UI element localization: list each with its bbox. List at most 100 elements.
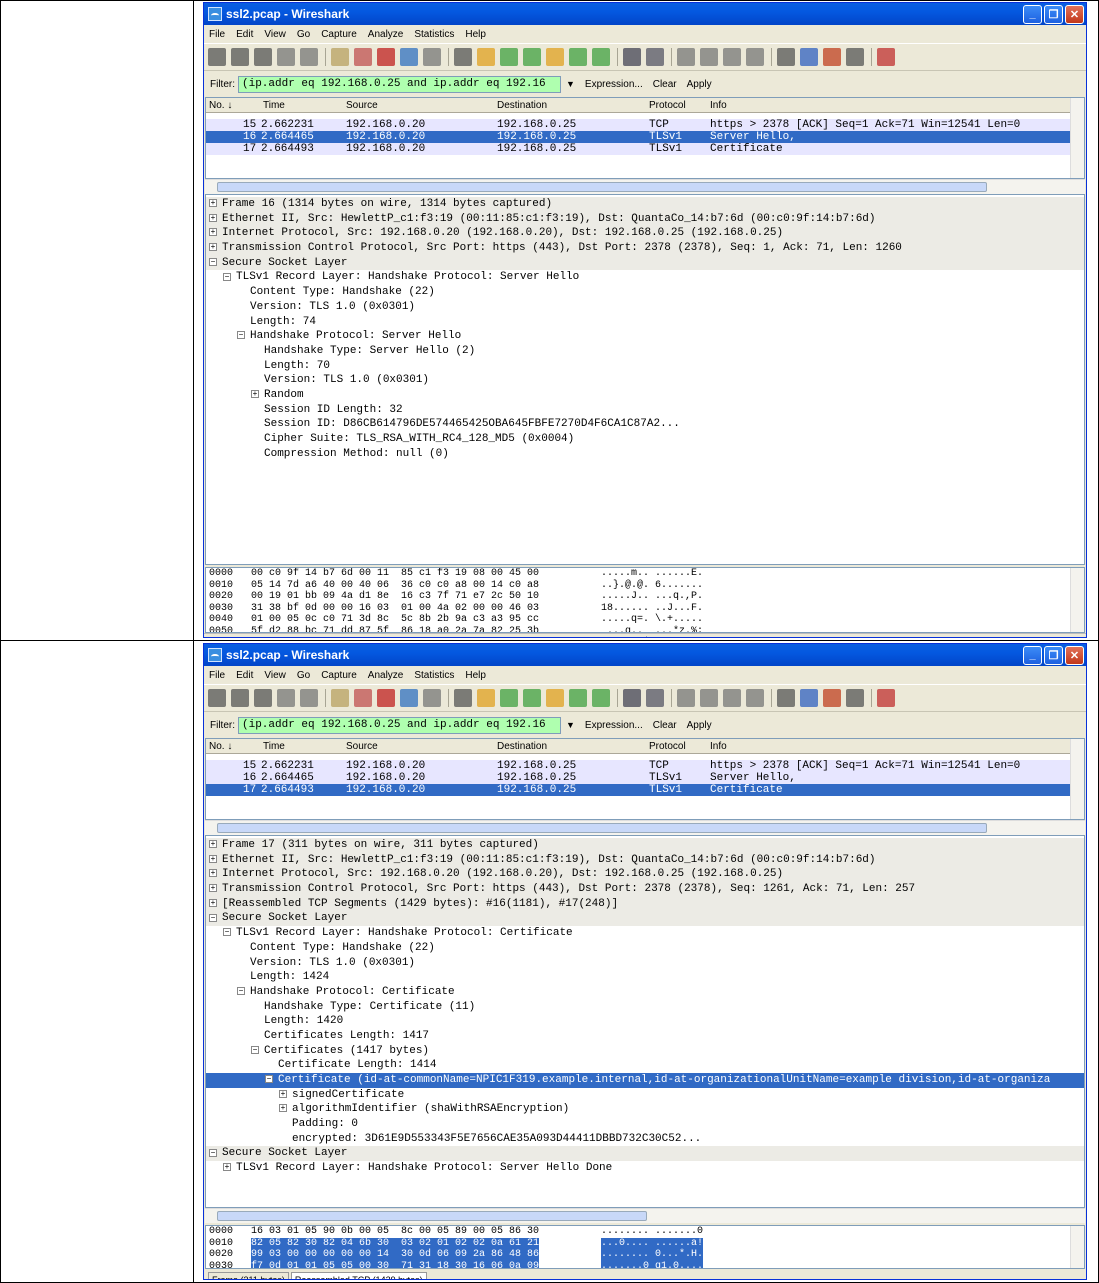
detail-tree-item[interactable]: + Frame 16 (1314 bytes on wire, 1314 byte… [206,197,1084,212]
toolbar-button-icon[interactable] [846,48,864,66]
menu-statistics[interactable]: Statistics [414,670,454,681]
hex-bytes[interactable]: 05 14 7d a6 40 00 40 06 36 c0 c0 a8 00 1… [251,580,539,592]
horizontal-scrollbar[interactable] [205,179,1085,194]
detail-tree-item[interactable]: Padding: 0 [206,1117,1084,1132]
toolbar-button-icon[interactable] [454,689,472,707]
detail-tree-item[interactable]: Version: TLS 1.0 (0x0301) [206,373,1084,388]
menu-view[interactable]: View [264,670,286,681]
vertical-scrollbar[interactable] [1070,98,1084,178]
menu-analyze[interactable]: Analyze [368,670,404,681]
horizontal-scrollbar[interactable] [205,820,1085,835]
vertical-scrollbar[interactable] [1070,1226,1084,1268]
toolbar-button-icon[interactable] [877,689,895,707]
filter-dropdown-icon[interactable]: ▼ [566,79,575,89]
column-header[interactable]: Time [263,741,285,752]
toolbar-button-icon[interactable] [700,689,718,707]
toolbar-button-icon[interactable] [377,689,395,707]
clear-button[interactable]: Clear [653,79,677,90]
table-row[interactable]: 16 2.664465 192.168.0.20 192.168.0.25 TLSv1 S… [206,131,1084,143]
vertical-scrollbar[interactable] [1070,568,1084,632]
detail-tree-item[interactable]: + Transmission Control Protocol, Src Port… [206,882,1084,897]
collapse-icon[interactable]: − [209,913,217,922]
expand-icon[interactable]: + [279,1104,287,1113]
table-row[interactable]: 15 2.662231 192.168.0.20 192.168.0.25 TCP htt… [206,119,1084,131]
detail-tree-item[interactable]: Session ID: D86CB614796DE574465425OBA645… [206,417,1084,432]
toolbar-button-icon[interactable] [823,48,841,66]
toolbar-button-icon[interactable] [723,48,741,66]
close-button[interactable]: ✕ [1065,645,1084,665]
column-header[interactable]: Destination [497,100,547,111]
detail-tree-item[interactable]: Session ID Length: 32 [206,403,1084,418]
expand-icon[interactable]: + [251,390,259,399]
toolbar-button-icon[interactable] [546,689,564,707]
menu-go[interactable]: Go [297,29,310,40]
expand-icon[interactable]: + [209,213,217,222]
toolbar-button-icon[interactable] [477,689,495,707]
toolbar-button-icon[interactable] [623,689,641,707]
tab-byte-view[interactable]: Reassembled TCP (1429 bytes) [290,1272,427,1279]
detail-tree-item[interactable]: − Secure Socket Layer [206,255,1084,271]
detail-tree-item[interactable]: Length: 1424 [206,970,1084,985]
toolbar-button-icon[interactable] [592,689,610,707]
detail-tree-item[interactable]: + signedCertificate [206,1088,1084,1103]
toolbar-button-icon[interactable] [208,48,226,66]
menu-edit[interactable]: Edit [236,670,253,681]
toolbar-button-icon[interactable] [677,48,695,66]
toolbar-button-icon[interactable] [277,689,295,707]
detail-tree-item[interactable]: Content Type: Handshake (22) [206,941,1084,956]
expand-icon[interactable]: + [279,1089,287,1098]
toolbar-button-icon[interactable] [800,48,818,66]
detail-tree-item[interactable]: + Ethernet II, Src: HewlettP_c1:f3:19 (00… [206,211,1084,227]
toolbar-button-icon[interactable] [677,689,695,707]
detail-tree-item[interactable]: encrypted: 3D61E9D553343F5E7656CAE35A093… [206,1132,1084,1147]
table-row[interactable]: 16 2.664465 192.168.0.20 192.168.0.25 TLSv1 S… [206,772,1084,784]
detail-tree-item[interactable]: − Secure Socket Layer [206,911,1084,927]
detail-tree-item[interactable]: + algorithmIdentifier (shaWithRSAEncrypti… [206,1102,1084,1117]
restore-button[interactable]: ❐ [1044,645,1063,665]
menu-edit[interactable]: Edit [236,29,253,40]
detail-tree-item[interactable]: Cipher Suite: TLS_RSA_WITH_RC4_128_MD5 (… [206,432,1084,447]
detail-tree-item[interactable]: Version: TLS 1.0 (0x0301) [206,956,1084,971]
column-header[interactable]: Time [263,100,285,111]
hex-bytes[interactable]: 99 03 00 00 00 00 00 14 30 0d 06 09 2a 8… [251,1249,540,1261]
toolbar-button-icon[interactable] [569,689,587,707]
detail-tree-item[interactable]: Certificate Length: 1414 [206,1058,1084,1073]
detail-tree-item[interactable]: + [Reassembled TCP Segments (1429 bytes):… [206,896,1084,912]
apply-button[interactable]: Apply [687,720,712,731]
toolbar-button-icon[interactable] [231,689,249,707]
toolbar-button-icon[interactable] [400,689,418,707]
toolbar-button-icon[interactable] [646,689,664,707]
toolbar-button-icon[interactable] [277,48,295,66]
detail-tree-item[interactable]: + Frame 17 (311 bytes on wire, 311 bytes … [206,838,1084,853]
menu-help[interactable]: Help [465,670,486,681]
expand-icon[interactable]: + [209,228,217,237]
hex-ascii[interactable]: 18...... ..J...F. [601,603,703,615]
scrollbar-thumb[interactable] [217,1211,647,1221]
hex-ascii[interactable]: _...q.._ ...*z.%; [601,626,703,633]
hex-ascii[interactable]: .......0 q1.0.... [601,1260,704,1268]
hex-bytes[interactable]: 00 19 01 bb 09 4a d1 8e 16 c3 7f 71 e7 2… [251,591,539,603]
detail-tree-item[interactable]: Certificates Length: 1417 [206,1029,1084,1044]
toolbar-button-icon[interactable] [777,48,795,66]
detail-tree-item[interactable]: Handshake Type: Certificate (11) [206,1000,1084,1015]
expand-icon[interactable]: + [209,898,217,907]
menu-capture[interactable]: Capture [321,670,357,681]
toolbar-button-icon[interactable] [423,689,441,707]
vertical-scrollbar[interactable] [1070,739,1084,819]
detail-tree-item[interactable]: Length: 70 [206,359,1084,374]
hex-ascii[interactable]: ...0.... ......a! [601,1237,704,1249]
expand-icon[interactable]: + [209,243,217,252]
collapse-icon[interactable]: − [251,1045,259,1054]
collapse-icon[interactable]: − [223,272,231,281]
expand-icon[interactable]: + [223,1163,231,1172]
toolbar-button-icon[interactable] [723,689,741,707]
toolbar-button-icon[interactable] [746,689,764,707]
toolbar-button-icon[interactable] [800,689,818,707]
menu-view[interactable]: View [264,29,286,40]
expand-icon[interactable]: + [209,854,217,863]
toolbar-button-icon[interactable] [354,48,372,66]
toolbar-button-icon[interactable] [592,48,610,66]
detail-tree-item[interactable]: Handshake Type: Server Hello (2) [206,344,1084,359]
menu-help[interactable]: Help [465,29,486,40]
table-row[interactable]: 15 2.662231 192.168.0.20 192.168.0.25 TCP htt… [206,760,1084,772]
